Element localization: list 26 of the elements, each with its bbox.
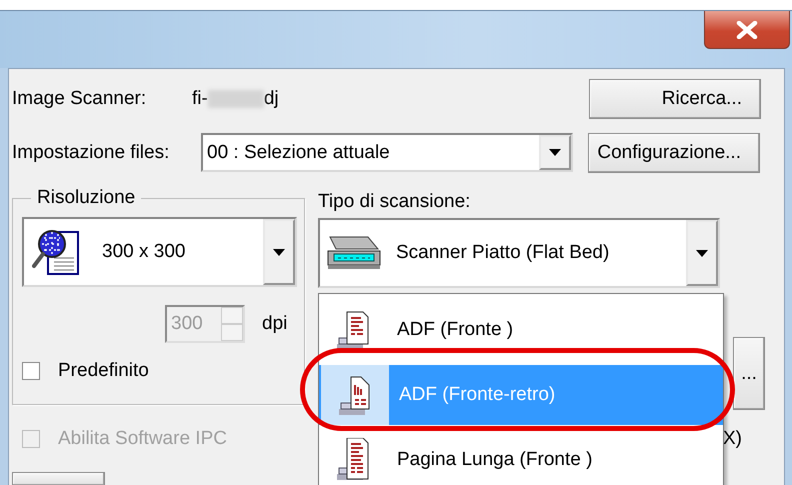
checkbox-label: Abilita Software IPC	[58, 428, 227, 450]
checkbox-label: Predefinito	[58, 360, 149, 382]
dropdown-option[interactable]: ADF (Fronte )	[319, 300, 723, 360]
dropdown-option[interactable]: Pagina Lunga (Fronte )	[319, 430, 723, 485]
file-settings-dropdown[interactable]: 00 : Selezione attuale	[201, 133, 573, 172]
dropdown-arrow-icon	[696, 250, 708, 256]
resolution-dropdown[interactable]: 300 x 300	[22, 217, 297, 287]
field-label: Impostazione files:	[12, 142, 170, 164]
field-label: Image Scanner:	[12, 88, 148, 110]
checkbox[interactable]	[22, 362, 40, 380]
group-title: Risoluzione	[36, 187, 136, 209]
close-button[interactable]	[704, 11, 790, 49]
close-icon	[736, 20, 758, 38]
partial-button[interactable]	[12, 472, 105, 485]
dropdown-arrow-icon	[273, 248, 285, 256]
more-button[interactable]: ...	[733, 337, 765, 410]
field-label: Tipo di scansione:	[318, 191, 472, 213]
scanner-model-text: dj	[264, 88, 279, 110]
scan-type-dropdown[interactable]: Scanner Piatto (Flat Bed)	[318, 218, 720, 288]
option-text: X)	[723, 428, 743, 450]
search-button[interactable]: Ricerca...	[589, 79, 761, 119]
scanner-model-text: fi-	[192, 88, 208, 110]
redacted-block	[208, 90, 264, 108]
dropdown-arrow-icon	[549, 149, 561, 156]
unit-label: dpi	[262, 313, 288, 335]
configuration-button[interactable]: Configurazione...	[588, 132, 760, 172]
